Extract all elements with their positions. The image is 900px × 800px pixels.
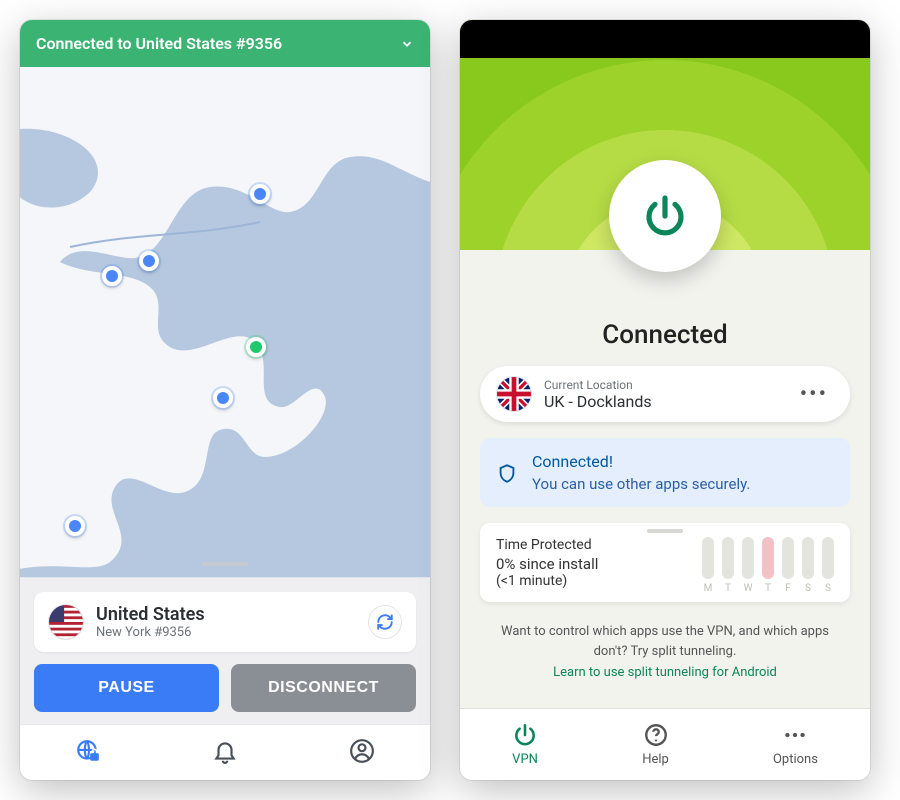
server-marker[interactable] [65,516,85,536]
day-label: W [742,583,754,594]
power-icon [512,722,538,748]
server-marker[interactable] [139,251,159,271]
refresh-icon [376,613,394,631]
globe-lock-icon [75,738,101,764]
week-bars: MTWTFSS [702,537,834,594]
day-bar [802,537,814,579]
uk-flag-icon [496,376,532,412]
location-value: UK - Docklands [544,392,652,411]
connection-status-bar[interactable]: Connected to United States #9356 [20,20,430,67]
alert-title: Connected! [532,452,750,471]
pause-button[interactable]: PAUSE [34,664,219,712]
location-server: New York #9356 [96,625,205,640]
location-label: Current Location [544,378,652,392]
tab-account[interactable] [349,738,375,768]
time-protected-note: (<1 minute) [496,573,688,589]
connected-alert: Connected! You can use other apps secure… [480,438,850,507]
location-card[interactable]: Current Location UK - Docklands ••• [480,366,850,422]
expressvpn-app: Connected Current Location UK - Dockland… [460,20,870,780]
chevron-down-icon [400,37,414,51]
current-server-marker[interactable] [246,337,266,357]
tab-options-label: Options [773,752,818,767]
time-protected-value: 0% since install [496,555,688,573]
location-more-button[interactable]: ••• [794,382,834,407]
promo-text: Want to control which apps use the VPN, … [501,624,829,659]
shield-icon [496,454,518,493]
tab-notifications[interactable] [212,738,238,768]
connection-panel: United States New York #9356 PAUSE DISCO… [20,577,430,724]
hero-area [460,20,870,250]
day-label: F [782,583,794,594]
connection-status-text: Connected to United States #9356 [36,34,282,53]
server-marker[interactable] [250,184,270,204]
day-bar [782,537,794,579]
power-button[interactable] [609,160,721,272]
server-marker[interactable] [102,266,122,286]
day-bar [702,537,714,579]
refresh-button[interactable] [368,605,402,639]
bottom-tabbar: VPN Help Options [460,708,870,780]
day-bar [822,537,834,579]
more-icon [782,722,808,748]
day-bar [742,537,754,579]
tab-map[interactable] [75,738,101,768]
tab-options[interactable]: Options [773,722,818,767]
day-label: S [802,583,814,594]
location-card[interactable]: United States New York #9356 [34,592,416,652]
time-protected-label: Time Protected [496,537,688,553]
us-flag-icon [48,604,84,640]
tab-vpn[interactable]: VPN [512,722,538,767]
server-marker[interactable] [213,388,233,408]
day-bar [762,537,774,579]
tab-vpn-label: VPN [512,752,538,767]
tab-help[interactable]: Help [642,722,669,767]
alert-body: You can use other apps securely. [532,475,750,493]
nordvpn-app: Connected to United States #9356 [20,20,430,780]
sheet-handle[interactable] [20,551,430,577]
power-icon [641,192,689,240]
location-country: United States [96,604,205,625]
status-title: Connected [480,320,850,350]
disconnect-button[interactable]: DISCONNECT [231,664,416,712]
day-label: T [762,583,774,594]
server-map[interactable] [20,67,430,577]
day-label: T [722,583,734,594]
promo-link[interactable]: Learn to use split tunneling for Android [500,663,830,683]
user-icon [349,738,375,764]
day-label: S [822,583,834,594]
bell-icon [212,738,238,764]
day-bar [722,537,734,579]
help-icon [643,722,669,748]
time-protected-card[interactable]: Time Protected 0% since install (<1 minu… [480,523,850,602]
tab-help-label: Help [642,752,669,767]
split-tunneling-promo: Want to control which apps use the VPN, … [480,618,850,687]
map-svg [20,67,430,577]
bottom-tabbar [20,724,430,780]
day-label: M [702,583,714,594]
